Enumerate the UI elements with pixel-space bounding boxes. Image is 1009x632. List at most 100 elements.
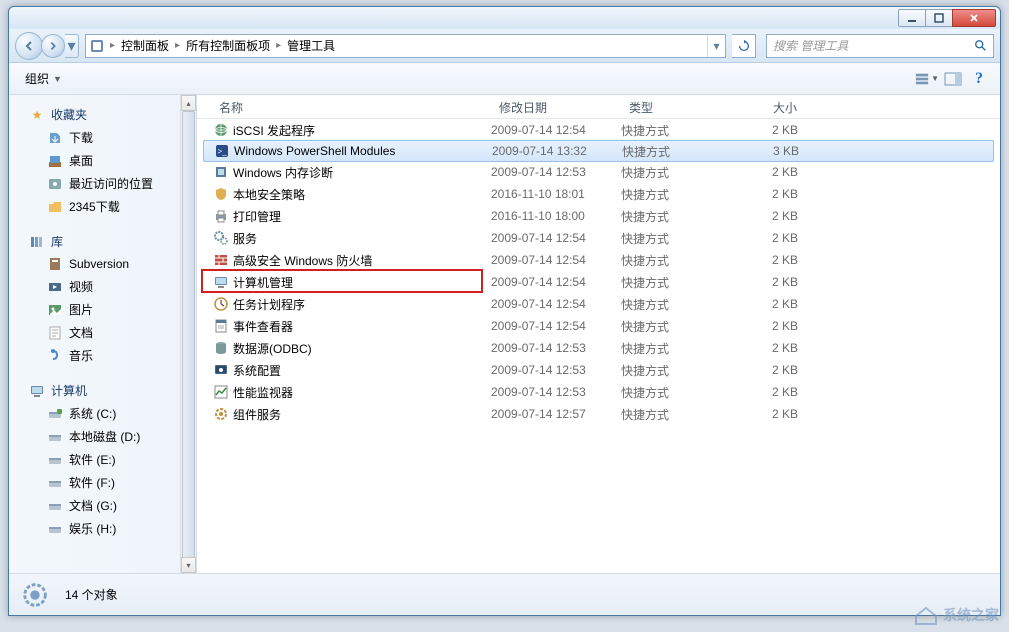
breadcrumb-item[interactable]: 管理工具 (283, 37, 339, 54)
file-row[interactable]: 本地安全策略2016-11-10 18:01快捷方式2 KB (197, 183, 1000, 205)
file-row[interactable]: iSCSI 发起程序2009-07-14 12:54快捷方式2 KB (197, 119, 1000, 141)
column-header-date[interactable]: 修改日期 (491, 95, 621, 118)
breadcrumb-path[interactable]: ▸ 控制面板 ▸ 所有控制面板项 ▸ 管理工具 ▾ (85, 34, 726, 58)
view-options-button[interactable]: ▼ (914, 68, 940, 90)
library-icon (29, 234, 45, 250)
file-size: 2 KB (736, 187, 806, 201)
sidebar-computer-header[interactable]: 计算机 (9, 379, 196, 402)
file-row[interactable]: 计算机管理2009-07-14 12:54快捷方式2 KB (197, 271, 1000, 293)
sidebar-item[interactable]: 视频 (9, 275, 196, 298)
file-row[interactable]: 任务计划程序2009-07-14 12:54快捷方式2 KB (197, 293, 1000, 315)
file-row[interactable]: Windows 内存诊断2009-07-14 12:53快捷方式2 KB (197, 161, 1000, 183)
sidebar-item[interactable]: 音乐 (9, 344, 196, 367)
column-header-size[interactable]: 大小 (736, 95, 806, 118)
file-row[interactable]: >_Windows PowerShell Modules2009-07-14 1… (203, 140, 994, 162)
file-row[interactable]: 高级安全 Windows 防火墙2009-07-14 12:54快捷方式2 KB (197, 249, 1000, 271)
chevron-right-icon[interactable]: ▸ (274, 40, 283, 51)
search-input[interactable]: 搜索 管理工具 (766, 34, 994, 58)
sidebar-item[interactable]: 下载 (9, 126, 196, 149)
sidebar-scrollbar[interactable]: ▴ ▾ (180, 95, 196, 573)
drive-icon (47, 498, 63, 514)
file-size: 2 KB (736, 297, 806, 311)
forward-button[interactable] (41, 34, 65, 58)
file-row[interactable]: 系统配置2009-07-14 12:53快捷方式2 KB (197, 359, 1000, 381)
file-name: 打印管理 (231, 208, 491, 225)
file-name: 性能监视器 (231, 384, 491, 401)
address-bar: ▾ ▸ 控制面板 ▸ 所有控制面板项 ▸ 管理工具 ▾ 搜索 管理工具 (9, 29, 1000, 63)
scroll-thumb[interactable] (182, 111, 195, 573)
sidebar-item[interactable]: 2345下载 (9, 195, 196, 218)
library-item-icon (47, 279, 63, 295)
sidebar-item[interactable]: 最近访问的位置 (9, 172, 196, 195)
search-icon[interactable] (969, 39, 993, 53)
file-row[interactable]: 数据源(ODBC)2009-07-14 12:53快捷方式2 KB (197, 337, 1000, 359)
sidebar-item-drive[interactable]: 娱乐 (H:) (9, 517, 196, 540)
file-type: 快捷方式 (621, 318, 736, 335)
sidebar-item-drive[interactable]: 软件 (E:) (9, 448, 196, 471)
svg-text:>_: >_ (217, 147, 227, 156)
sidebar-item[interactable]: 桌面 (9, 149, 196, 172)
file-size: 2 KB (736, 407, 806, 421)
file-name: 事件查看器 (231, 318, 491, 335)
sidebar-item-label: 音乐 (69, 347, 93, 364)
file-date: 2009-07-14 12:54 (491, 253, 621, 267)
sidebar-item-label: 2345下载 (69, 198, 120, 215)
organize-menu[interactable]: 组织 ▼ (17, 67, 70, 90)
file-name: 本地安全策略 (231, 186, 491, 203)
sidebar-item-drive[interactable]: 文档 (G:) (9, 494, 196, 517)
file-name: iSCSI 发起程序 (231, 122, 491, 139)
file-icon: >_ (212, 143, 232, 159)
breadcrumb-label: 管理工具 (287, 37, 335, 54)
nav-history-dropdown[interactable]: ▾ (65, 34, 79, 58)
chevron-right-icon[interactable]: ▸ (173, 40, 182, 51)
sidebar-item-drive[interactable]: 系统 (C:) (9, 402, 196, 425)
close-button[interactable] (952, 9, 996, 27)
file-row[interactable]: 打印管理2016-11-10 18:00快捷方式2 KB (197, 205, 1000, 227)
file-type: 快捷方式 (622, 143, 737, 160)
file-icon (211, 122, 231, 138)
file-date: 2009-07-14 12:54 (491, 123, 621, 137)
scroll-up-button[interactable]: ▴ (181, 95, 196, 111)
sidebar-item[interactable]: 图片 (9, 298, 196, 321)
file-date: 2009-07-14 12:54 (491, 275, 621, 289)
sidebar-item-drive[interactable]: 软件 (F:) (9, 471, 196, 494)
file-row[interactable]: 服务2009-07-14 12:54快捷方式2 KB (197, 227, 1000, 249)
column-header-name[interactable]: 名称 (211, 95, 491, 118)
sidebar-item-drive[interactable]: 本地磁盘 (D:) (9, 425, 196, 448)
scroll-down-button[interactable]: ▾ (181, 557, 196, 573)
drive-icon (47, 406, 63, 422)
file-row[interactable]: 组件服务2009-07-14 12:57快捷方式2 KB (197, 403, 1000, 425)
breadcrumb-item[interactable]: 所有控制面板项 (182, 37, 274, 54)
sidebar-item-label: 最近访问的位置 (69, 175, 153, 192)
minimize-button[interactable] (898, 9, 926, 27)
sidebar-libraries-header[interactable]: 库 (9, 230, 196, 253)
preview-pane-button[interactable] (940, 68, 966, 90)
drive-icon (47, 475, 63, 491)
file-size: 3 KB (737, 144, 807, 158)
drive-icon (47, 521, 63, 537)
titlebar (9, 7, 1000, 29)
chevron-right-icon[interactable]: ▸ (108, 40, 117, 51)
folder-icon (47, 153, 63, 169)
file-list[interactable]: iSCSI 发起程序2009-07-14 12:54快捷方式2 KB>_Wind… (197, 119, 1000, 573)
breadcrumb-item[interactable]: 控制面板 (117, 37, 173, 54)
file-row[interactable]: 事件查看器2009-07-14 12:54快捷方式2 KB (197, 315, 1000, 337)
file-icon (211, 318, 231, 334)
sidebar-item[interactable]: Subversion (9, 253, 196, 275)
sidebar-item-label: 软件 (E:) (69, 451, 116, 468)
column-header-type[interactable]: 类型 (621, 95, 736, 118)
path-dropdown[interactable]: ▾ (707, 35, 725, 57)
sidebar-section-label: 收藏夹 (51, 106, 87, 123)
maximize-button[interactable] (925, 9, 953, 27)
sidebar-favorites-header[interactable]: ★收藏夹 (9, 103, 196, 126)
file-icon (211, 384, 231, 400)
file-date: 2009-07-14 12:53 (491, 341, 621, 355)
sidebar-item-label: 软件 (F:) (69, 474, 115, 491)
back-button[interactable] (15, 32, 43, 60)
sidebar-item[interactable]: 文档 (9, 321, 196, 344)
file-row[interactable]: 性能监视器2009-07-14 12:53快捷方式2 KB (197, 381, 1000, 403)
sidebar-item-label: 桌面 (69, 152, 93, 169)
file-date: 2009-07-14 13:32 (492, 144, 622, 158)
refresh-button[interactable] (732, 34, 756, 58)
help-button[interactable]: ? (966, 68, 992, 90)
